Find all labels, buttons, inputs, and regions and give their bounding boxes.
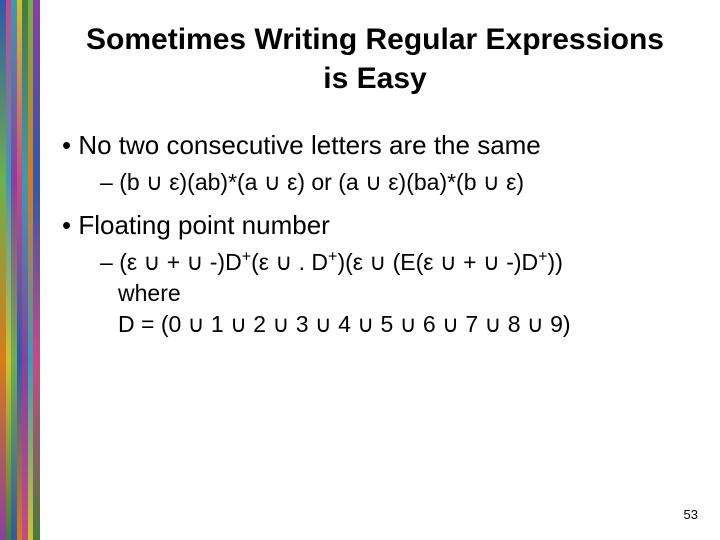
bullet-item: Floating point number	[62, 210, 690, 241]
bullet-text: No two consecutive letters are the same	[78, 130, 540, 160]
slide-body: No two consecutive letters are the same …	[62, 130, 690, 352]
sub-bullet-text-line: where	[118, 280, 181, 306]
title-line-1: Sometimes Writing Regular Expressions	[86, 23, 664, 56]
decorative-side-strip	[0, 0, 40, 540]
sub-bullet-text: (b ∪ ε)(ab)*(a ∪ ε) or (a ∪ ε)(ba)*(b ∪ …	[119, 169, 524, 195]
sub-bullet-text-part: ))	[548, 249, 563, 275]
title-line-2: is Easy	[323, 62, 426, 95]
superscript-plus: +	[242, 247, 251, 265]
sub-bullet-text-part: (ε ∪ + ∪ -)D	[119, 249, 242, 275]
sub-bullet-text-part: )(ε ∪ (E(ε ∪ + ∪ -)D	[337, 249, 538, 275]
sub-bullet-text-line: D = (0 ∪ 1 ∪ 2 ∪ 3 ∪ 4 ∪ 5 ∪ 6 ∪ 7 ∪ 8 ∪…	[118, 311, 571, 337]
sub-bullet-text-part: (ε ∪ . D	[251, 249, 328, 275]
sub-bullet-item: (ε ∪ + ∪ -)D+(ε ∪ . D+)(ε ∪ (E(ε ∪ + ∪ -…	[62, 247, 690, 340]
bullet-text: Floating point number	[78, 210, 329, 240]
sub-bullet-item: (b ∪ ε)(ab)*(a ∪ ε) or (a ∪ ε)(ba)*(b ∪ …	[62, 167, 690, 198]
page-number: 53	[684, 507, 698, 522]
strip-band	[33, 0, 40, 540]
bullet-item: No two consecutive letters are the same	[62, 130, 690, 161]
slide-title: Sometimes Writing Regular Expressions is…	[50, 20, 700, 98]
superscript-plus: +	[538, 247, 547, 265]
